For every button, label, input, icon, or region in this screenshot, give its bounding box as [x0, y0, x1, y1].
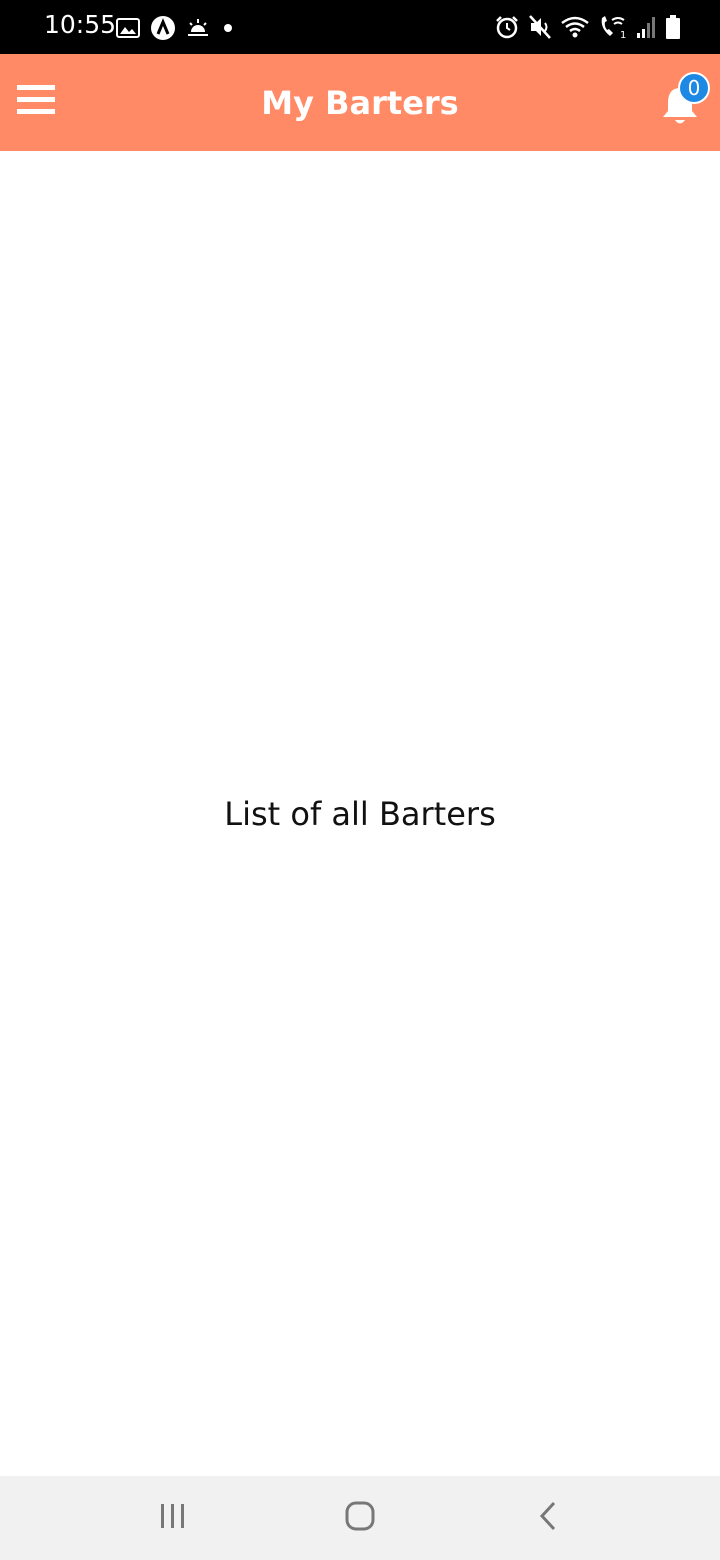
- home-icon: [344, 1500, 376, 1536]
- home-button[interactable]: [330, 1496, 390, 1540]
- page-title: My Barters: [261, 84, 459, 122]
- barter-list: List of all Barters: [0, 151, 720, 1476]
- app-a-icon: [150, 15, 176, 41]
- screen: 10:55 1 My Barters 0 List of all Barters: [0, 0, 720, 1560]
- back-icon: [536, 1500, 560, 1536]
- system-nav-bar: [0, 1476, 720, 1560]
- empty-list-message: List of all Barters: [224, 795, 496, 833]
- app-bar: My Barters 0: [0, 54, 720, 151]
- wifi-icon: [560, 15, 590, 39]
- status-right-icons: 1: [494, 12, 682, 42]
- notification-badge: 0: [678, 72, 710, 104]
- notifications-button[interactable]: 0: [652, 72, 712, 132]
- recents-button[interactable]: [143, 1496, 203, 1540]
- status-time: 10:55: [44, 10, 117, 39]
- status-left-icons: [116, 14, 236, 42]
- status-bar: 10:55 1: [0, 0, 720, 54]
- signal-icon: [636, 15, 656, 39]
- svg-text:1: 1: [620, 30, 626, 40]
- recents-icon: [158, 1502, 188, 1534]
- weather-sunrise-icon: [186, 17, 210, 39]
- mute-icon: [528, 14, 552, 40]
- battery-icon: [664, 14, 682, 40]
- hamburger-icon: [17, 84, 55, 120]
- alarm-icon: [494, 14, 520, 40]
- gallery-icon: [116, 18, 140, 38]
- menu-button[interactable]: [12, 78, 60, 126]
- dot-icon: [220, 20, 236, 36]
- back-button[interactable]: [518, 1496, 578, 1540]
- wifi-calling-icon: 1: [598, 14, 628, 40]
